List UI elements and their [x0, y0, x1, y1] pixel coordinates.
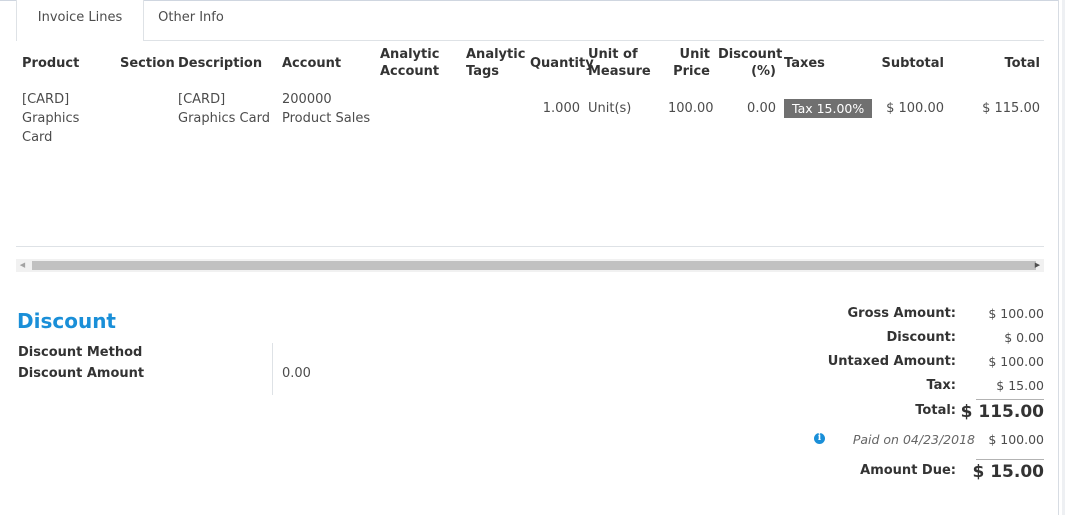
column-header-account[interactable]: Account [278, 42, 376, 84]
column-header-product[interactable]: Product [18, 42, 116, 84]
table-row[interactable]: [CARD] Graphics Card [CARD] Graphics Car… [18, 84, 1044, 147]
column-header-subtotal[interactable]: Subtotal [876, 42, 948, 84]
cell-unit-of-measure[interactable]: Unit(s) [584, 84, 664, 147]
column-header-unit-price[interactable]: Unit Price [664, 42, 714, 84]
total-separator [976, 399, 1044, 400]
caret-left-icon[interactable]: ◀ [16, 259, 29, 272]
cell-account[interactable]: 200000 Product Sales [278, 84, 376, 147]
cell-subtotal: $ 100.00 [886, 101, 944, 116]
caret-right-icon[interactable]: ▶ [1031, 259, 1044, 272]
amount-due-value: $ 15.00 [972, 462, 1044, 482]
column-header-description[interactable]: Description [174, 42, 278, 84]
tax-tag: Tax 15.00% [784, 99, 873, 118]
cell-discount[interactable]: 0.00 [714, 84, 780, 147]
discount-total-label: Discount: [886, 330, 956, 345]
cell-taxes[interactable]: Tax 15.00% [780, 84, 876, 147]
column-header-discount[interactable]: Discount (%) [714, 42, 782, 84]
discount-total-value: $ 0.00 [1004, 330, 1044, 345]
invoice-lines-table: Product Section Description Account Anal… [18, 42, 1044, 147]
column-header-quantity[interactable]: Quantity [526, 42, 594, 84]
column-header-section[interactable]: Section [116, 42, 175, 84]
tab-invoice-lines[interactable]: Invoice Lines [16, 0, 144, 41]
total-label: Total: [915, 403, 956, 418]
tax-value: $ 15.00 [996, 378, 1044, 393]
scrollbar-thumb[interactable] [32, 261, 1036, 270]
untaxed-amount-label: Untaxed Amount: [827, 354, 956, 369]
info-circle-icon[interactable]: i [814, 433, 825, 444]
column-header-analytic-account[interactable]: Analytic Account [376, 42, 462, 84]
cell-quantity[interactable]: 1.000 [526, 84, 584, 147]
column-header-unit-of-measure[interactable]: Unit of Measure [584, 42, 664, 84]
table-bottom-divider [16, 246, 1044, 247]
cell-analytic-tags[interactable] [462, 84, 526, 147]
cell-total: $ 115.00 [982, 101, 1040, 116]
column-header-analytic-tags[interactable]: Analytic Tags [462, 42, 526, 84]
frame-right-border [1058, 0, 1059, 515]
untaxed-amount-value: $ 100.00 [988, 354, 1044, 369]
payment-paid-on: Paid on 04/23/2018 [852, 432, 975, 447]
notebook-tabs: Invoice Lines Other Info [16, 0, 1044, 41]
cell-unit-price[interactable]: 100.00 [664, 84, 714, 147]
amount-due-label: Amount Due: [860, 463, 956, 478]
tax-label: Tax: [926, 378, 956, 393]
table-header-row: Product Section Description Account Anal… [18, 42, 1044, 84]
discount-method-label: Discount Method [18, 345, 143, 360]
discount-amount-value[interactable]: 0.00 [282, 366, 311, 381]
gross-amount-label: Gross Amount: [847, 306, 956, 321]
cell-section[interactable] [116, 84, 174, 147]
discount-amount-label: Discount Amount [18, 366, 145, 381]
gross-amount-value: $ 100.00 [988, 306, 1044, 321]
column-header-taxes[interactable]: Taxes [780, 42, 876, 84]
total-value: $ 115.00 [960, 402, 1044, 422]
cell-description[interactable]: [CARD] Graphics Card [174, 84, 278, 147]
column-header-total[interactable]: Total [948, 42, 1044, 84]
discount-section-title: Discount [17, 309, 116, 333]
discount-field-divider [272, 343, 273, 395]
payment-amount: $ 100.00 [988, 432, 1044, 447]
amount-due-separator [976, 459, 1044, 460]
cell-analytic-account[interactable] [376, 84, 462, 147]
cell-product[interactable]: [CARD] Graphics Card [18, 84, 116, 147]
tab-other-info[interactable]: Other Info [146, 0, 236, 40]
horizontal-scrollbar[interactable]: ◀ ▶ [16, 259, 1044, 272]
